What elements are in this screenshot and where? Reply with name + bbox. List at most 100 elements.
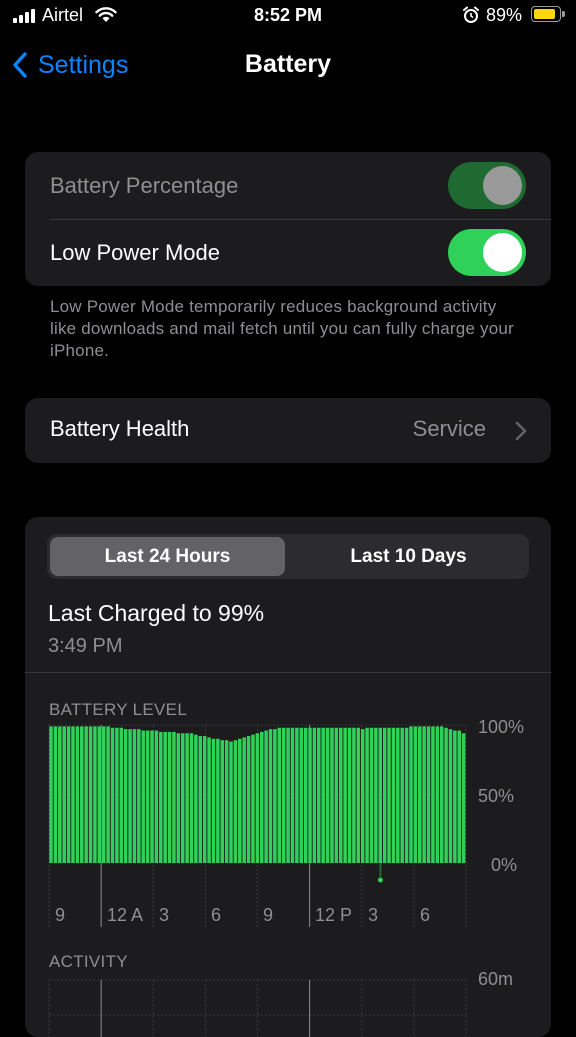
battery-level-bar (198, 736, 203, 863)
x-tick-label: 3 (159, 905, 170, 925)
battery-level-bar (242, 737, 246, 863)
battery-level-bar (49, 726, 53, 863)
y-tick-label: 100% (478, 717, 525, 737)
battery-level-bar (238, 738, 242, 863)
battery-level-bar (141, 730, 145, 863)
battery-percentage-toggle[interactable] (448, 162, 526, 209)
battery-level-bar (128, 729, 132, 863)
battery-level-bar (88, 726, 93, 863)
x-tick-label: 9 (55, 905, 66, 925)
battery-level-bar (207, 737, 211, 863)
last-charged-title: Last Charged to 99% (48, 600, 265, 626)
battery-level-bar (286, 727, 290, 863)
x-tick-label: 9 (263, 905, 274, 925)
alarm-icon (463, 6, 479, 23)
battery-level-bar (84, 726, 88, 863)
battery-level-bar (246, 736, 251, 863)
section-divider (25, 672, 551, 673)
battery-level-bar (400, 727, 404, 863)
battery-level-bar (444, 727, 448, 863)
battery-level-bar (374, 727, 378, 863)
battery-level-bar (422, 726, 426, 863)
battery-level-bar (356, 727, 361, 863)
battery-level-bar (426, 726, 431, 863)
x-tick-label: 3 (368, 905, 379, 925)
battery-health-label: Battery Health (50, 416, 190, 441)
battery-level-bar (299, 727, 303, 863)
battery-level-bar (71, 726, 75, 863)
battery-level-bar (75, 726, 80, 863)
battery-icon (531, 6, 565, 22)
battery-level-bar (211, 738, 216, 863)
tab-last-10-days[interactable]: Last 10 Days (291, 537, 526, 576)
y-tick-label: 50% (478, 786, 515, 806)
battery-level-bar (303, 727, 308, 863)
battery-level-bar (101, 726, 106, 863)
page-title: Battery (244, 50, 332, 78)
battery-level-bar (431, 726, 435, 863)
tab-last-24-hours[interactable]: Last 24 Hours (50, 537, 285, 576)
battery-level-bar (180, 733, 185, 863)
battery-level-bar (264, 730, 268, 863)
battery-level-bar (273, 729, 277, 863)
battery-level-bar (448, 729, 453, 863)
battery-level-bar (453, 730, 457, 863)
battery-level-bar (369, 727, 374, 863)
battery-level-bar (308, 727, 312, 863)
battery-level-bar (461, 733, 466, 863)
battery-level-bar (290, 727, 295, 863)
battery-level-bar (352, 727, 356, 863)
battery-level-bar (150, 730, 154, 863)
chevron-right-icon (515, 421, 527, 441)
battery-level-bar (115, 727, 119, 863)
battery-level-bar (382, 727, 387, 863)
battery-level-bar (123, 729, 128, 863)
battery-level-bar (321, 727, 325, 863)
battery-health-row[interactable]: Battery Health Service (25, 398, 551, 463)
battery-level-bar (457, 730, 462, 863)
battery-level-bar (119, 727, 124, 863)
battery-level-bar (216, 738, 220, 863)
battery-level-bar (80, 726, 84, 863)
x-tick-label: 12 P (315, 905, 353, 925)
last-charged-time: 3:49 PM (48, 635, 123, 657)
battery-level-bar (233, 740, 238, 863)
activity-caption: ACTIVITY (49, 952, 128, 971)
battery-level-bar (317, 727, 321, 863)
low-power-mode-note: Low Power Mode temporarily reduces backg… (50, 297, 514, 360)
battery-level-bar (404, 727, 409, 863)
battery-level-bar (409, 726, 413, 863)
battery-level-bar (334, 727, 339, 863)
battery-level-bar (378, 727, 382, 863)
battery-level-bar (110, 727, 115, 863)
battery-level-bar (347, 727, 352, 863)
battery-level-bar (176, 733, 181, 863)
battery-level-bar (277, 727, 282, 863)
battery-level-bar (251, 734, 255, 863)
battery-level-bar (360, 729, 365, 863)
battery-level-bar (339, 727, 343, 863)
battery-level-bar (163, 731, 167, 863)
battery-level-bar (295, 727, 299, 863)
low-power-mode-label: Low Power Mode (50, 240, 220, 265)
battery-level-chart (48, 724, 467, 927)
battery-level-bar (220, 740, 224, 863)
battery-level-bar (145, 730, 150, 863)
battery-level-bar (312, 727, 317, 863)
battery-level-bar (268, 729, 273, 863)
battery-health-value: Service (412, 416, 486, 441)
battery-percentage-label: Battery Percentage (50, 172, 239, 198)
battery-level-bar (132, 729, 137, 863)
battery-level-bar (325, 727, 330, 863)
x-tick-label: 6 (211, 905, 222, 925)
battery-level-bar (418, 726, 422, 863)
battery-level-bar (97, 726, 102, 863)
battery-percent-label: 89% (486, 5, 523, 25)
battery-level-bar (66, 726, 71, 863)
battery-level-bar (159, 731, 163, 863)
battery-level-bar (365, 727, 369, 863)
battery-level-bar (387, 727, 391, 863)
battery-level-bar (202, 736, 207, 863)
low-power-mode-toggle[interactable] (448, 229, 526, 276)
battery-level-bar (172, 731, 176, 863)
